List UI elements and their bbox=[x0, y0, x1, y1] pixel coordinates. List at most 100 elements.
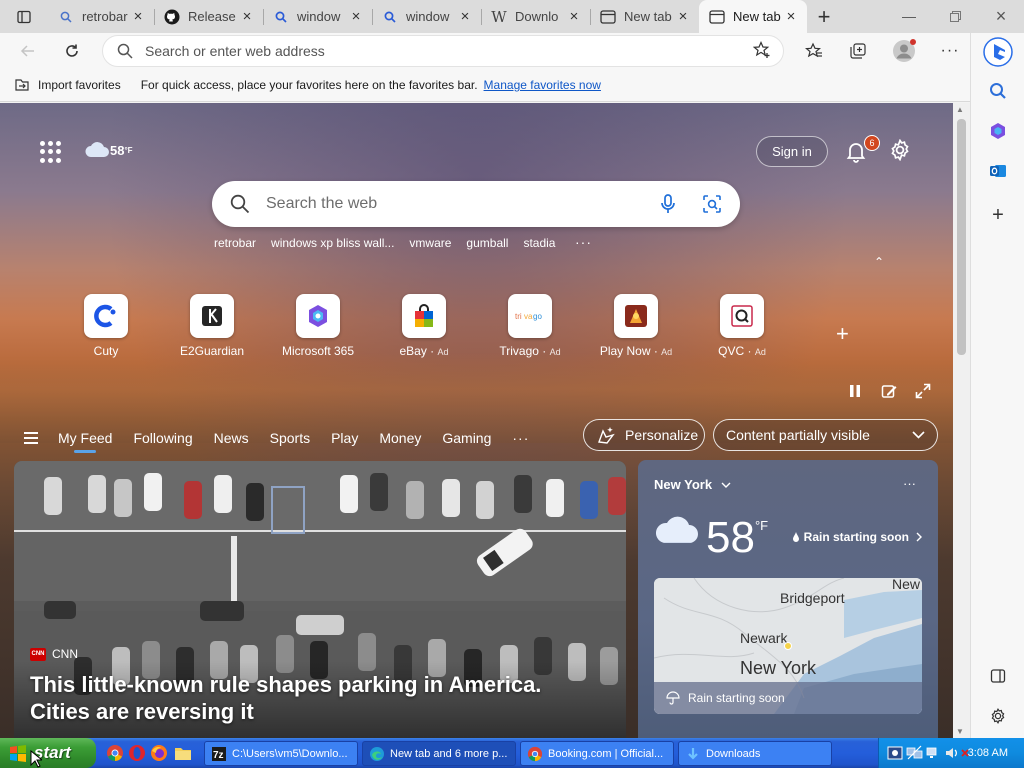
feed-tab-following[interactable]: Following bbox=[133, 430, 192, 446]
favorites-button[interactable] bbox=[798, 35, 830, 67]
apps-launcher-icon[interactable] bbox=[40, 141, 62, 163]
trending-search-chip[interactable]: stadia bbox=[523, 236, 555, 250]
feed-tab-play[interactable]: Play bbox=[331, 430, 358, 446]
voice-search-icon[interactable] bbox=[646, 194, 690, 214]
content-visibility-dropdown[interactable]: Content partially visible bbox=[713, 419, 938, 451]
minimize-button[interactable]: — bbox=[886, 0, 932, 32]
close-tab-icon[interactable]: × bbox=[675, 8, 691, 25]
close-tab-icon[interactable]: × bbox=[348, 8, 364, 25]
trending-search-chip[interactable]: gumball bbox=[466, 236, 508, 250]
weather-card[interactable]: New York ··· 58 °F Rain starting soon Ne… bbox=[638, 460, 938, 738]
profile-button[interactable] bbox=[888, 35, 920, 67]
quick-link-qvc[interactable]: QVC · Ad bbox=[692, 294, 792, 358]
tab-retrobar[interactable]: retrobar × bbox=[48, 0, 154, 33]
feed-menu-icon[interactable] bbox=[24, 429, 38, 447]
trending-search-chip[interactable]: vmware bbox=[409, 236, 451, 250]
quick-link-microsoft-365[interactable]: Microsoft 365 bbox=[268, 294, 368, 358]
page-scrollbar[interactable]: ▲ ▼ bbox=[953, 103, 970, 738]
folder-icon[interactable] bbox=[174, 744, 192, 762]
weather-radar-map[interactable]: New Bridgeport Newark New York Rain star… bbox=[654, 578, 922, 714]
network-icon[interactable] bbox=[926, 745, 942, 761]
sidebar-add-button[interactable]: + bbox=[984, 201, 1012, 229]
new-tab-button[interactable]: + bbox=[807, 0, 841, 33]
feed-tab-sports[interactable]: Sports bbox=[270, 430, 310, 446]
headline[interactable]: This little-known rule shapes parking in… bbox=[30, 671, 590, 725]
trending-search-chip[interactable]: retrobar bbox=[214, 236, 256, 250]
more-searches-icon[interactable]: ··· bbox=[575, 234, 592, 250]
start-button[interactable]: start bbox=[0, 738, 96, 768]
hero-news-card[interactable]: CNN CNN This little-known rule shapes pa… bbox=[14, 461, 626, 738]
sidebar-toggle-button[interactable] bbox=[984, 662, 1012, 690]
bing-chat-button[interactable] bbox=[983, 37, 1013, 67]
refresh-button[interactable] bbox=[56, 35, 88, 67]
sidebar-settings-button[interactable] bbox=[984, 702, 1012, 730]
taskbar-button-explorer[interactable]: 7z C:\Users\vm5\Downlo... bbox=[204, 741, 358, 766]
quick-link-trivago[interactable]: tri va go Trivago · Ad bbox=[480, 294, 580, 358]
tab-title: New tab bbox=[624, 9, 672, 24]
back-button[interactable] bbox=[12, 35, 44, 67]
expand-icon[interactable] bbox=[915, 383, 931, 399]
pause-background-icon[interactable] bbox=[847, 383, 863, 399]
trending-search-chip[interactable]: windows xp bliss wall... bbox=[271, 236, 394, 250]
network-offline-icon[interactable] bbox=[906, 745, 924, 761]
taskbar-button-chrome[interactable]: Booking.com | Official... bbox=[520, 741, 674, 766]
tab-windows-2[interactable]: window × bbox=[372, 0, 481, 33]
tab-windows-1[interactable]: window × bbox=[263, 0, 372, 33]
sidebar-outlook-button[interactable] bbox=[984, 157, 1012, 185]
sidebar-office-button[interactable] bbox=[984, 117, 1012, 145]
opera-icon[interactable] bbox=[128, 744, 146, 762]
close-tab-icon[interactable]: × bbox=[130, 8, 146, 25]
tab-actions-button[interactable] bbox=[0, 0, 48, 33]
scroll-up-icon[interactable]: ▲ bbox=[956, 105, 964, 114]
page-settings-icon[interactable] bbox=[889, 139, 911, 161]
manage-favorites-link[interactable]: Manage favorites now bbox=[484, 78, 601, 92]
close-window-button[interactable]: × bbox=[978, 0, 1024, 32]
feed-tab-my-feed[interactable]: My Feed bbox=[58, 430, 112, 453]
personalize-button[interactable]: Personalize bbox=[583, 419, 705, 451]
feed-tab-gaming[interactable]: Gaming bbox=[442, 430, 491, 446]
address-bar[interactable]: Search or enter web address bbox=[102, 35, 784, 67]
tray-app-icon[interactable] bbox=[887, 745, 903, 761]
chrome-icon[interactable] bbox=[106, 744, 124, 762]
collections-button[interactable] bbox=[842, 35, 874, 67]
taskbar-clock[interactable]: 3:08 AM bbox=[968, 747, 1008, 759]
rain-alert[interactable]: Rain starting soon bbox=[792, 530, 922, 544]
microsoft-365-icon bbox=[296, 294, 340, 338]
import-favorites-button[interactable]: Import favorites bbox=[0, 78, 121, 92]
taskbar-button-downloads[interactable]: Downloads bbox=[678, 741, 832, 766]
close-tab-icon[interactable]: × bbox=[239, 8, 255, 25]
sign-in-button[interactable]: Sign in bbox=[756, 136, 828, 167]
more-feed-tabs-icon[interactable]: ··· bbox=[512, 430, 529, 446]
volume-icon[interactable] bbox=[944, 745, 960, 761]
quick-link-play-now[interactable]: Play Now · Ad bbox=[586, 294, 686, 358]
tab-new-tab[interactable]: New tab × bbox=[590, 0, 699, 33]
restore-button[interactable] bbox=[932, 0, 978, 32]
feed-tab-news[interactable]: News bbox=[214, 430, 249, 446]
weather-location[interactable]: New York bbox=[654, 477, 731, 492]
weather-widget[interactable]: 58 °F bbox=[84, 141, 133, 159]
add-quick-link-button[interactable]: + bbox=[836, 321, 849, 347]
visual-search-icon[interactable] bbox=[690, 194, 734, 214]
tab-download[interactable]: W Downlo × bbox=[481, 0, 590, 33]
tab-release[interactable]: Release × bbox=[154, 0, 263, 33]
scrollbar-thumb[interactable] bbox=[957, 119, 966, 355]
scroll-down-icon[interactable]: ▼ bbox=[956, 727, 964, 736]
tab-new-tab-active[interactable]: New tab × bbox=[699, 0, 807, 33]
feed-tab-money[interactable]: Money bbox=[379, 430, 421, 446]
sidebar-search-button[interactable] bbox=[984, 77, 1012, 105]
quick-link-e2guardian[interactable]: E2Guardian bbox=[162, 294, 262, 358]
close-tab-icon[interactable]: × bbox=[566, 8, 582, 25]
change-background-icon[interactable] bbox=[881, 383, 897, 399]
settings-more-button[interactable]: ··· bbox=[934, 35, 966, 67]
taskbar-button-edge[interactable]: New tab and 6 more p... bbox=[362, 741, 516, 766]
chevron-up-icon[interactable]: ⌃ bbox=[874, 255, 884, 269]
add-favorite-icon[interactable] bbox=[752, 40, 771, 62]
close-tab-icon[interactable]: × bbox=[457, 8, 473, 25]
quick-link-cuty[interactable]: Cuty bbox=[56, 294, 156, 358]
web-search-box[interactable]: Search the web bbox=[212, 181, 740, 227]
close-tab-icon[interactable]: × bbox=[783, 8, 799, 25]
firefox-icon[interactable] bbox=[150, 744, 168, 762]
weather-more-icon[interactable]: ··· bbox=[903, 476, 916, 491]
quick-link-ebay[interactable]: eBay · Ad bbox=[374, 294, 474, 358]
tab-title: Release bbox=[188, 9, 236, 24]
